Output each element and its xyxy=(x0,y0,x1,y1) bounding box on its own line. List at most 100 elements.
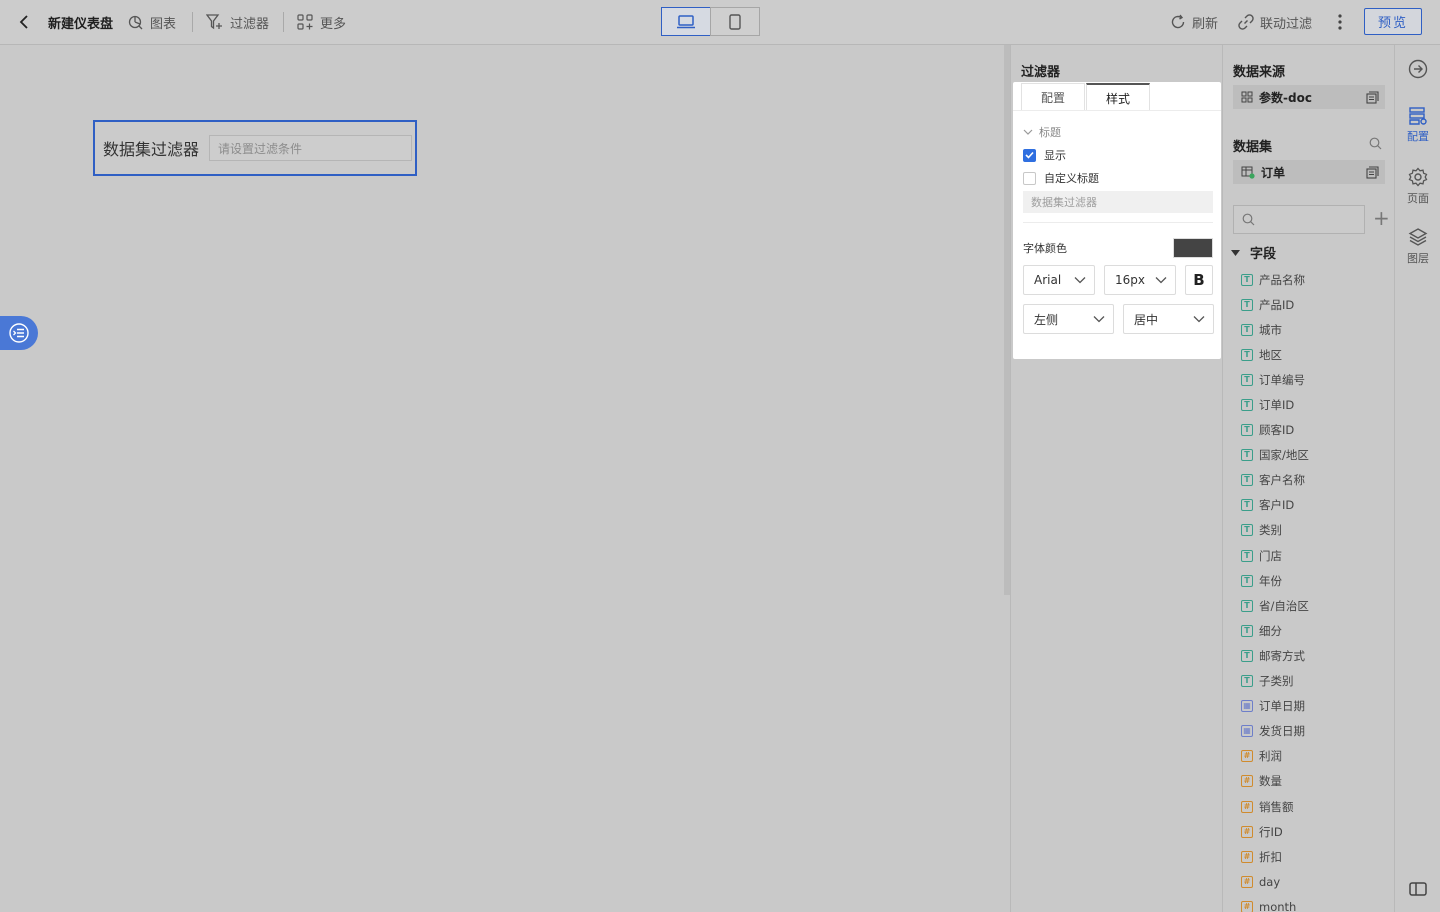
field-name: 销售额 xyxy=(1259,799,1294,814)
field-name: 客户名称 xyxy=(1259,473,1305,488)
dataset-selector[interactable]: 订单 xyxy=(1233,160,1385,184)
dashboard-title[interactable]: 新建仪表盘 xyxy=(48,0,113,44)
font-size-select[interactable]: 16px xyxy=(1104,265,1176,295)
tab-config[interactable]: 配置 xyxy=(1021,83,1085,111)
field-item[interactable]: T 产品ID xyxy=(1241,292,1391,317)
field-item[interactable]: T 年份 xyxy=(1241,568,1391,593)
field-item[interactable]: T 省/自治区 xyxy=(1241,593,1391,618)
title-position-select[interactable]: 居中 xyxy=(1123,304,1214,334)
field-name: 年份 xyxy=(1259,573,1282,588)
dataset-filter-widget[interactable]: 数据集过滤器 请设置过滤条件 xyxy=(93,120,417,176)
field-item[interactable]: ▦ 发货日期 xyxy=(1241,719,1391,744)
link-filter-label: 联动过滤 xyxy=(1260,16,1313,32)
show-title-checkbox-row[interactable]: 显示 xyxy=(1023,147,1066,163)
chart-label: 图表 xyxy=(150,16,177,32)
filter-add-icon xyxy=(206,14,222,30)
toggle-sidebar-button[interactable] xyxy=(1395,881,1440,897)
field-item[interactable]: T 城市 xyxy=(1241,317,1391,342)
field-item[interactable]: # 销售额 xyxy=(1241,794,1391,819)
text-type-icon: T xyxy=(1241,449,1253,462)
switch-icon[interactable] xyxy=(1366,90,1379,104)
text-type-icon: T xyxy=(1241,549,1253,562)
fields-heading: 字段 xyxy=(1250,247,1277,262)
search-icon xyxy=(1242,213,1255,226)
back-button[interactable] xyxy=(14,0,34,44)
field-item[interactable]: T 客户名称 xyxy=(1241,468,1391,493)
database-settings-icon xyxy=(1409,107,1427,125)
field-item[interactable]: T 地区 xyxy=(1241,342,1391,367)
field-name: 城市 xyxy=(1259,322,1282,337)
date-type-icon: ▦ xyxy=(1241,725,1253,738)
preview-button[interactable]: 预览 xyxy=(1364,8,1422,35)
field-item[interactable]: T 订单编号 xyxy=(1241,367,1391,392)
field-item[interactable]: T 顾客ID xyxy=(1241,418,1391,443)
switch-icon[interactable] xyxy=(1366,165,1379,179)
chevron-down-icon xyxy=(1193,316,1205,323)
bold-toggle-button[interactable]: B xyxy=(1185,265,1213,295)
field-item[interactable]: ▦ 订单日期 xyxy=(1241,694,1391,719)
desktop-view-button[interactable] xyxy=(661,7,711,36)
field-item[interactable]: T 客户ID xyxy=(1241,493,1391,518)
collapse-panel-button[interactable] xyxy=(1395,59,1440,79)
font-color-row: 字体颜色 xyxy=(1023,238,1213,258)
rail-config-button[interactable]: 配置 xyxy=(1395,107,1440,144)
refresh-button[interactable]: 刷新 xyxy=(1170,0,1218,44)
field-name: 利润 xyxy=(1259,749,1282,764)
table-icon xyxy=(1241,166,1255,179)
data-source-selector[interactable]: 参数-doc xyxy=(1233,85,1385,109)
custom-title-input[interactable]: 数据集过滤器 xyxy=(1023,191,1213,213)
field-item[interactable]: # month xyxy=(1241,894,1391,912)
fields-section-header[interactable]: 字段 xyxy=(1231,243,1276,262)
tab-style[interactable]: 样式 xyxy=(1086,83,1150,111)
title-position-value: 居中 xyxy=(1134,312,1159,327)
font-color-swatch[interactable] xyxy=(1173,238,1213,258)
field-item[interactable]: T 订单ID xyxy=(1241,392,1391,417)
custom-title-checkbox-row[interactable]: 自定义标题 xyxy=(1023,170,1099,186)
number-type-icon: # xyxy=(1241,750,1253,763)
number-type-icon: # xyxy=(1241,800,1253,813)
more-options-button[interactable] xyxy=(1332,0,1348,44)
field-item[interactable]: # 数量 xyxy=(1241,769,1391,794)
field-item[interactable]: T 产品名称 xyxy=(1241,267,1391,292)
font-family-select[interactable]: Arial xyxy=(1023,265,1095,295)
search-icon[interactable] xyxy=(1369,137,1382,150)
chart-button[interactable]: 图表 xyxy=(128,0,176,44)
field-item[interactable]: T 细分 xyxy=(1241,618,1391,643)
layers-icon xyxy=(1408,228,1428,246)
field-name: 子类别 xyxy=(1259,674,1294,689)
link-filter-button[interactable]: 联动过滤 xyxy=(1238,0,1312,44)
rail-page-button[interactable]: 页面 xyxy=(1395,167,1440,206)
field-name: 产品ID xyxy=(1259,297,1295,312)
outline-toggle-button[interactable] xyxy=(0,316,38,350)
gear-icon xyxy=(1408,167,1428,187)
chevron-left-icon xyxy=(19,15,28,29)
more-button[interactable]: 更多 xyxy=(297,0,346,44)
field-item[interactable]: T 类别 xyxy=(1241,518,1391,543)
mobile-view-button[interactable] xyxy=(710,7,760,36)
arrow-right-circle-icon xyxy=(1408,59,1428,79)
field-item[interactable]: T 门店 xyxy=(1241,543,1391,568)
field-item[interactable]: # day xyxy=(1241,869,1391,894)
field-item[interactable]: # 利润 xyxy=(1241,744,1391,769)
text-type-icon: T xyxy=(1241,524,1253,537)
more-label: 更多 xyxy=(320,16,347,32)
title-section-header[interactable]: 标题 xyxy=(1023,124,1061,140)
field-item[interactable]: T 国家/地区 xyxy=(1241,443,1391,468)
filter-condition-input[interactable]: 请设置过滤条件 xyxy=(209,135,413,161)
field-item[interactable]: T 子类别 xyxy=(1241,669,1391,694)
field-search-input[interactable] xyxy=(1233,205,1365,234)
text-type-icon: T xyxy=(1241,474,1253,487)
custom-title-checkbox[interactable] xyxy=(1023,171,1036,185)
field-item[interactable]: T 邮寄方式 xyxy=(1241,643,1391,668)
divider xyxy=(1023,222,1213,223)
field-item[interactable]: # 折扣 xyxy=(1241,844,1391,869)
field-name: 顾客ID xyxy=(1259,423,1295,438)
rail-layer-button[interactable]: 图层 xyxy=(1395,227,1440,266)
text-type-icon: T xyxy=(1241,649,1253,662)
title-align-select[interactable]: 左侧 xyxy=(1023,304,1114,334)
filter-button[interactable]: 过滤器 xyxy=(206,0,269,44)
show-title-checkbox[interactable] xyxy=(1023,148,1036,162)
add-field-icon[interactable]: + xyxy=(1373,208,1390,228)
field-item[interactable]: # 行ID xyxy=(1241,819,1391,844)
number-type-icon: # xyxy=(1241,775,1253,788)
